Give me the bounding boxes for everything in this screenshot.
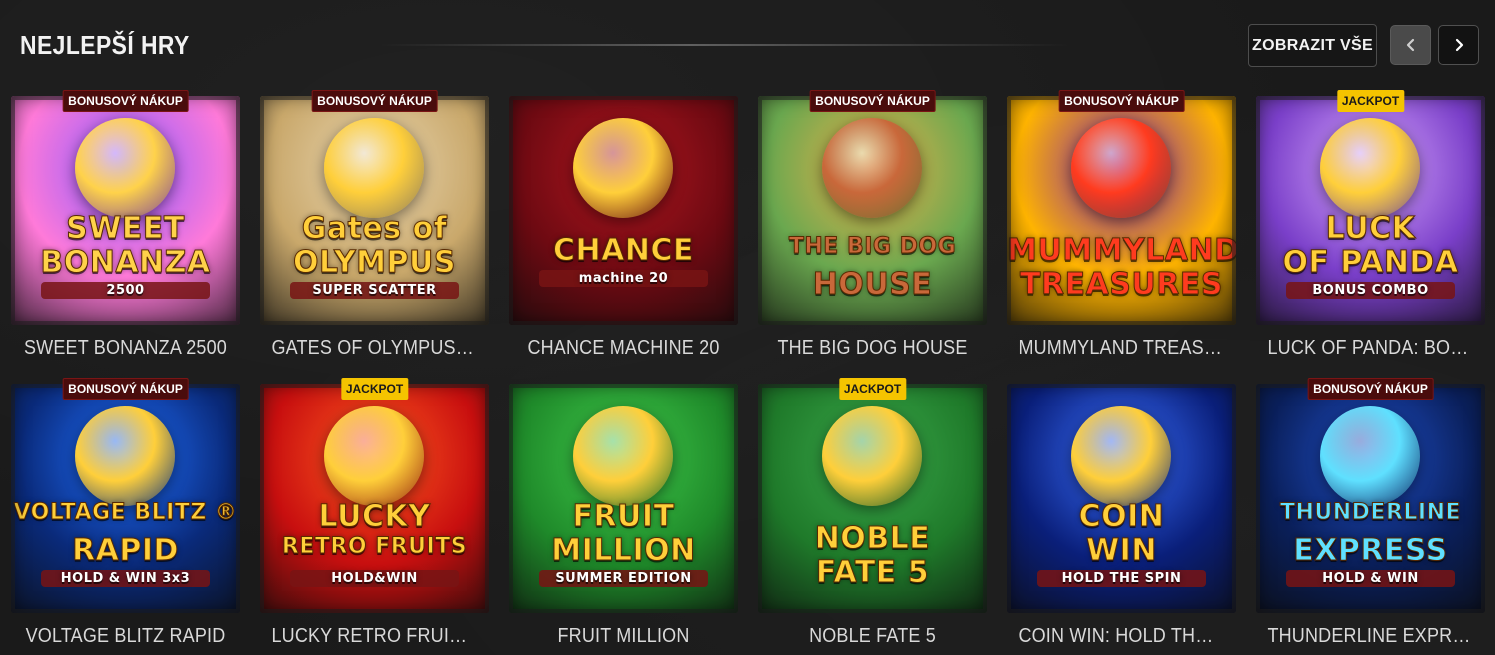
- game-title[interactable]: SWEET BONANZA 2500: [22, 337, 228, 360]
- game-card[interactable]: THE BIG DOG HOUSE BONUSOVÝ NÁKUP THE BIG DO…: [758, 90, 987, 384]
- thumbnail-frame: [758, 384, 987, 613]
- bonus-buy-badge: BONUSOVÝ NÁKUP: [62, 378, 189, 400]
- game-card[interactable]: CHANCE machine 20 CHANCE MACHINE 20: [509, 96, 738, 384]
- prev-button[interactable]: [1390, 25, 1431, 65]
- jackpot-badge: JACKPOT: [838, 378, 907, 400]
- game-thumbnail[interactable]: FRUIT MILLION SUMMER EDITION: [509, 384, 738, 613]
- chevron-right-icon: [1455, 38, 1463, 52]
- game-title[interactable]: LUCKY RETRO FRUITS HOL...: [271, 625, 477, 648]
- game-card[interactable]: NOBLE FATE 5 JACKPOT NOBLE FATE 5: [758, 378, 987, 655]
- thumbnail-frame: [1007, 96, 1236, 325]
- game-title[interactable]: VOLTAGE BLITZ RAPID: [22, 625, 228, 648]
- thumbnail-frame: [758, 96, 987, 325]
- game-title[interactable]: LUCK OF PANDA: BONUS C...: [1267, 337, 1473, 360]
- show-all-button[interactable]: ZOBRAZIT VŠE: [1248, 24, 1377, 67]
- game-card[interactable]: SWEET BONANZA 2500 BONUSOVÝ NÁKUP SWEET BONA…: [11, 90, 240, 384]
- game-thumbnail[interactable]: SWEET BONANZA 2500: [11, 96, 240, 325]
- jackpot-badge: JACKPOT: [1336, 90, 1405, 112]
- game-title[interactable]: FRUIT MILLION: [520, 625, 726, 648]
- bonus-buy-badge: BONUSOVÝ NÁKUP: [62, 90, 189, 112]
- game-card[interactable]: LUCK OF PANDA BONUS COMBO JACKPOT LUCK OF PA…: [1256, 90, 1485, 384]
- game-title[interactable]: MUMMYLAND TREASURES: [1018, 337, 1224, 360]
- game-title[interactable]: CHANCE MACHINE 20: [520, 337, 726, 360]
- thumbnail-frame: [1256, 384, 1485, 613]
- game-thumbnail[interactable]: COIN WIN HOLD THE SPIN: [1007, 384, 1236, 613]
- game-thumbnail[interactable]: MUMMYLAND TREASURES: [1007, 96, 1236, 325]
- game-card[interactable]: LUCKY RETRO FRUITS HOLD&WIN JACKPOT LUCKY RE…: [260, 378, 489, 655]
- game-thumbnail[interactable]: NOBLE FATE 5: [758, 384, 987, 613]
- game-title[interactable]: NOBLE FATE 5: [769, 625, 975, 648]
- game-thumbnail[interactable]: VOLTAGE BLITZ ® RAPID HOLD & WIN 3x3: [11, 384, 240, 613]
- game-title[interactable]: GATES OF OLYMPUS SUPER...: [271, 337, 477, 360]
- section-header: NEJLEPŠÍ HRY ZOBRAZIT VŠE: [0, 0, 1495, 90]
- game-thumbnail[interactable]: Gates of OLYMPUS SUPER SCATTER: [260, 96, 489, 325]
- game-title[interactable]: THE BIG DOG HOUSE: [769, 337, 975, 360]
- thumbnail-frame: [1256, 96, 1485, 325]
- game-thumbnail[interactable]: LUCK OF PANDA BONUS COMBO: [1256, 96, 1485, 325]
- game-card[interactable]: FRUIT MILLION SUMMER EDITION FRUIT MILLION: [509, 384, 738, 655]
- thumbnail-frame: [509, 384, 738, 613]
- game-card[interactable]: MUMMYLAND TREASURES BONUSOVÝ NÁKUP MUMMYLAN…: [1007, 90, 1236, 384]
- chevron-left-icon: [1406, 38, 1414, 52]
- thumbnail-frame: [260, 384, 489, 613]
- jackpot-badge: JACKPOT: [340, 378, 409, 400]
- bonus-buy-badge: BONUSOVÝ NÁKUP: [1307, 378, 1434, 400]
- game-title[interactable]: THUNDERLINE EXPRESS: H...: [1267, 625, 1473, 648]
- game-thumbnail[interactable]: CHANCE machine 20: [509, 96, 738, 325]
- thumbnail-frame: [260, 96, 489, 325]
- bonus-buy-badge: BONUSOVÝ NÁKUP: [1058, 90, 1185, 112]
- header-divider: [380, 44, 1070, 46]
- thumbnail-frame: [11, 96, 240, 325]
- game-thumbnail[interactable]: THUNDERLINE EXPRESS HOLD & WIN: [1256, 384, 1485, 613]
- game-title[interactable]: COIN WIN: HOLD THE SPIN: [1018, 625, 1224, 648]
- game-card[interactable]: VOLTAGE BLITZ ® RAPID HOLD & WIN 3x3 BONUSO…: [11, 378, 240, 655]
- game-card[interactable]: THUNDERLINE EXPRESS HOLD & WIN BONUSOVÝ NÁK…: [1256, 378, 1485, 655]
- thumbnail-frame: [509, 96, 738, 325]
- game-card[interactable]: Gates of OLYMPUS SUPER SCATTER BONUSOVÝ NÁK…: [260, 90, 489, 384]
- game-card[interactable]: COIN WIN HOLD THE SPIN COIN WIN: HOLD THE S…: [1007, 384, 1236, 655]
- bonus-buy-badge: BONUSOVÝ NÁKUP: [809, 90, 936, 112]
- game-thumbnail[interactable]: THE BIG DOG HOUSE: [758, 96, 987, 325]
- next-button[interactable]: [1438, 25, 1479, 65]
- game-thumbnail[interactable]: LUCKY RETRO FRUITS HOLD&WIN: [260, 384, 489, 613]
- bonus-buy-badge: BONUSOVÝ NÁKUP: [311, 90, 438, 112]
- thumbnail-frame: [1007, 384, 1236, 613]
- thumbnail-frame: [11, 384, 240, 613]
- section-title: NEJLEPŠÍ HRY: [20, 30, 190, 60]
